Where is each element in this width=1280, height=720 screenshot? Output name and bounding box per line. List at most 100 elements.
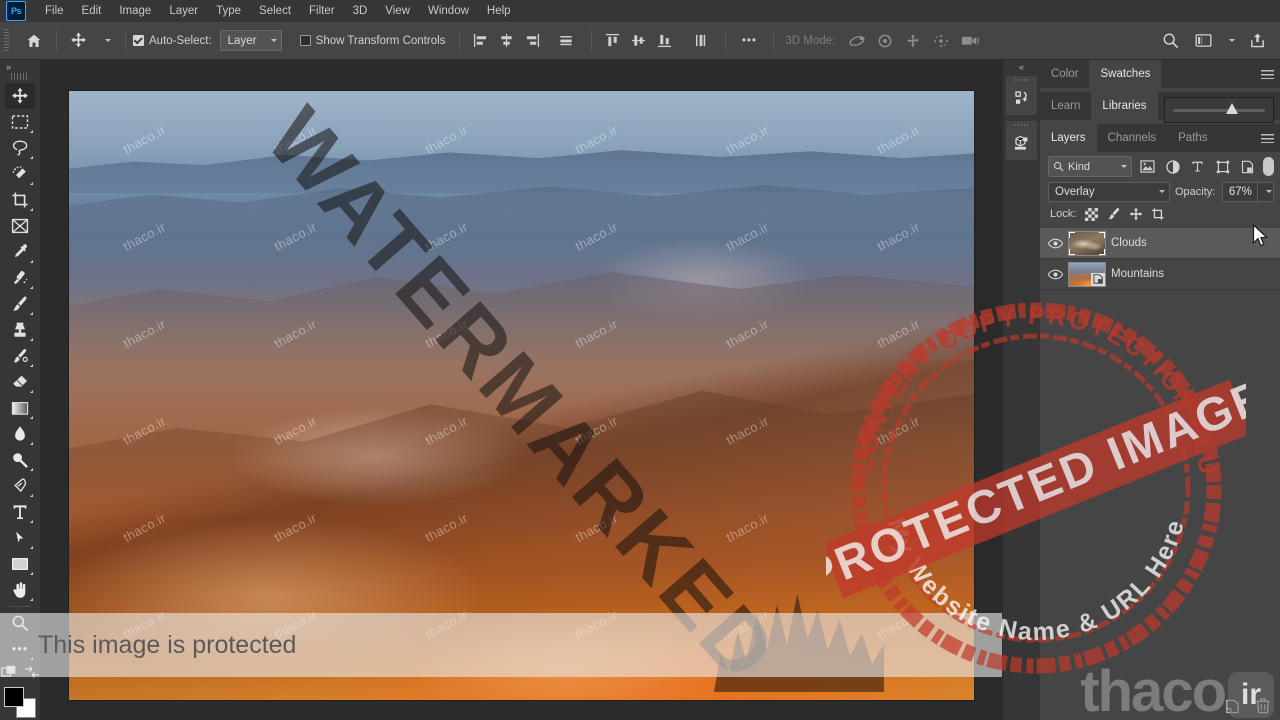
clone-stamp-tool[interactable] — [5, 317, 35, 343]
spot-healing-brush-tool[interactable] — [5, 265, 35, 291]
collapse-panel-chevrons-icon[interactable]: « — [1003, 60, 1040, 74]
tab-layers[interactable]: Layers — [1040, 124, 1097, 152]
panel-menu-icon-layers[interactable] — [1261, 124, 1274, 152]
blur-tool[interactable] — [5, 421, 35, 447]
eraser-tool[interactable] — [5, 369, 35, 395]
gradient-tool[interactable] — [5, 395, 35, 421]
menu-item-image[interactable]: Image — [110, 2, 160, 20]
panel-menu-icon-color[interactable] — [1261, 60, 1274, 88]
tab-paths[interactable]: Paths — [1167, 124, 1218, 152]
crop-tool[interactable] — [5, 187, 35, 213]
document-canvas[interactable]: thaco.ir thaco.ir thaco.ir thaco.ir thaco.ir… — [68, 90, 975, 701]
tools-panel-grip[interactable] — [11, 73, 29, 80]
filter-pixel-layers-icon[interactable] — [1138, 157, 1157, 176]
slide-3d-icon[interactable] — [927, 28, 955, 54]
tool-preset-chevron-icon[interactable] — [92, 28, 118, 54]
dock-group-grip[interactable] — [1006, 76, 1037, 84]
menu-item-3d[interactable]: 3D — [344, 2, 377, 20]
distribute-vertically-icon[interactable] — [685, 28, 715, 54]
color-swatches[interactable] — [3, 687, 37, 719]
layer-name-clouds[interactable]: Clouds — [1111, 237, 1147, 249]
filter-smart-object-layers-icon[interactable] — [1238, 157, 1257, 176]
brush-tool[interactable] — [5, 291, 35, 317]
menu-item-file[interactable]: File — [36, 2, 73, 20]
menu-item-type[interactable]: Type — [207, 2, 250, 20]
frame-tool[interactable] — [5, 213, 35, 239]
filter-type-layers-icon[interactable] — [1188, 157, 1207, 176]
opacity-field[interactable]: 67% — [1222, 181, 1275, 202]
align-horizontal-centers-icon[interactable] — [493, 28, 519, 54]
home-icon[interactable] — [19, 28, 49, 54]
move-tool[interactable] — [5, 83, 35, 109]
more-options-button[interactable]: ••• — [733, 28, 765, 54]
lock-transparent-pixels-icon[interactable] — [1084, 207, 1099, 222]
move-tool-icon[interactable] — [64, 28, 92, 54]
roll-3d-icon[interactable] — [871, 28, 899, 54]
lock-image-pixels-icon[interactable] — [1106, 207, 1121, 222]
align-top-edges-icon[interactable] — [599, 28, 625, 54]
pan-3d-icon[interactable] — [899, 28, 927, 54]
eyedropper-tool[interactable] — [5, 239, 35, 265]
hand-tool[interactable] — [5, 577, 35, 603]
opacity-value[interactable]: 67% — [1223, 186, 1257, 198]
auto-select-checkbox[interactable]: Auto-Select: — [133, 35, 212, 47]
blend-mode-dropdown[interactable]: Overlay — [1048, 181, 1170, 202]
align-left-edges-icon[interactable] — [467, 28, 493, 54]
opacity-slider-track[interactable] — [1173, 102, 1265, 114]
menu-item-layer[interactable]: Layer — [160, 2, 207, 20]
tab-libraries[interactable]: Libraries — [1091, 92, 1158, 120]
layer-name-mountains[interactable]: Mountains — [1111, 268, 1164, 280]
menu-item-edit[interactable]: Edit — [73, 2, 111, 20]
workspace-switcher-icon[interactable] — [1190, 28, 1216, 54]
lasso-tool[interactable] — [5, 135, 35, 161]
menu-item-view[interactable]: View — [376, 2, 419, 20]
quick-selection-tool[interactable] — [5, 161, 35, 187]
opacity-slider-handle[interactable] — [1226, 102, 1238, 114]
tab-color[interactable]: Color — [1040, 60, 1089, 88]
history-panel-icon[interactable] — [1006, 84, 1037, 112]
filter-enable-toggle[interactable] — [1263, 157, 1274, 176]
options-bar-grip[interactable] — [2, 28, 11, 53]
tab-channels[interactable]: Channels — [1097, 124, 1168, 152]
share-export-icon[interactable] — [1242, 28, 1272, 54]
layer-filter-kind-dropdown[interactable]: Kind — [1048, 156, 1132, 177]
layer-row-clouds[interactable]: Clouds — [1040, 228, 1280, 259]
opacity-slider-popup[interactable] — [1164, 97, 1274, 123]
camera-3d-icon[interactable] — [955, 28, 985, 54]
delete-layer-icon[interactable] — [1254, 697, 1272, 715]
auto-select-target-dropdown[interactable]: Layer — [219, 30, 282, 51]
path-selection-tool[interactable] — [5, 525, 35, 551]
expand-panel-chevrons-icon[interactable]: » — [0, 60, 40, 73]
layer-row-mountains[interactable]: Mountains — [1040, 259, 1280, 290]
align-bottom-edges-icon[interactable] — [651, 28, 677, 54]
menu-item-filter[interactable]: Filter — [300, 2, 344, 20]
search-icon[interactable] — [1156, 28, 1184, 54]
lock-position-icon[interactable] — [1128, 207, 1143, 222]
filter-adjustment-layers-icon[interactable] — [1163, 157, 1182, 176]
new-layer-icon[interactable] — [1223, 697, 1241, 715]
layer-visibility-toggle-clouds[interactable] — [1044, 238, 1066, 249]
lock-artboard-nesting-icon[interactable] — [1150, 207, 1165, 222]
show-transform-controls-checkbox[interactable]: Show Transform Controls — [299, 35, 445, 47]
layer-visibility-toggle-mountains[interactable] — [1044, 269, 1066, 280]
align-vertical-centers-icon[interactable] — [625, 28, 651, 54]
layer-thumbnail-mountains[interactable] — [1068, 261, 1106, 287]
tab-swatches[interactable]: Swatches — [1089, 60, 1162, 88]
dock-group-grip-2[interactable] — [1006, 121, 1037, 129]
workspace-chevron-down-icon[interactable] — [1216, 28, 1242, 54]
menu-item-help[interactable]: Help — [478, 2, 520, 20]
foreground-color-swatch[interactable] — [4, 687, 24, 707]
align-right-edges-icon[interactable] — [519, 28, 545, 54]
rectangular-marquee-tool[interactable] — [5, 109, 35, 135]
dodge-tool[interactable] — [5, 447, 35, 473]
menu-item-select[interactable]: Select — [250, 2, 300, 20]
rectangle-tool[interactable] — [5, 551, 35, 577]
pen-tool[interactable] — [5, 473, 35, 499]
properties-3d-panel-icon[interactable] — [1006, 129, 1037, 157]
tab-learn[interactable]: Learn — [1040, 92, 1091, 120]
distribute-horizontally-icon[interactable] — [551, 28, 581, 54]
orbit-3d-icon[interactable] — [843, 28, 871, 54]
filter-shape-layers-icon[interactable] — [1213, 157, 1232, 176]
layer-thumbnail-clouds[interactable] — [1068, 230, 1106, 256]
opacity-chevron-down-icon[interactable] — [1257, 182, 1273, 201]
